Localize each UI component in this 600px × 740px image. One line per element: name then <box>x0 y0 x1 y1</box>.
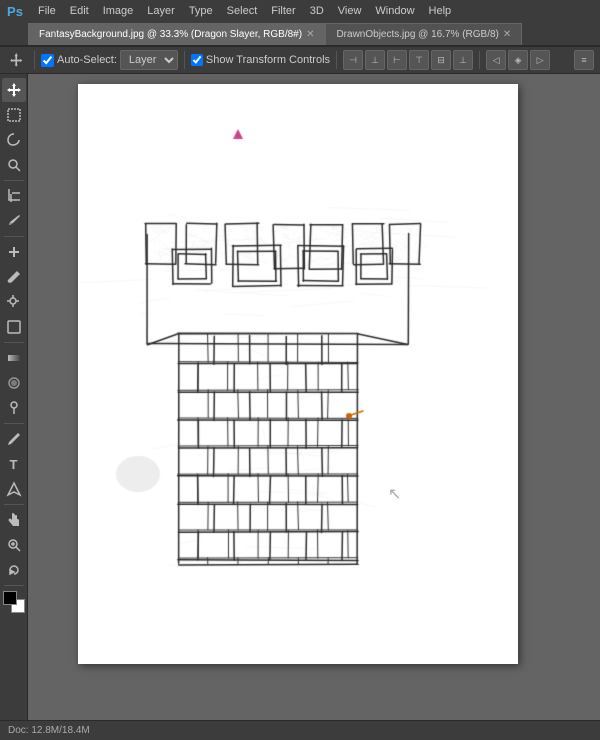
menu-select[interactable]: Select <box>221 3 264 19</box>
menu-type[interactable]: Type <box>183 3 219 19</box>
tool-sep-2 <box>4 236 24 237</box>
menu-edit[interactable]: Edit <box>64 3 95 19</box>
dist-right-btn[interactable]: ▷ <box>530 50 550 70</box>
menu-bar: Ps File Edit Image Layer Type Select Fil… <box>0 0 600 22</box>
lasso-tool-btn[interactable] <box>2 128 26 152</box>
move-tool-icon <box>6 49 28 71</box>
align-center-v-btn[interactable]: ⊟ <box>431 50 451 70</box>
menu-window[interactable]: Window <box>369 3 420 19</box>
zoom-btn[interactable] <box>2 533 26 557</box>
tool-sep-6 <box>4 585 24 586</box>
separator-4 <box>479 51 480 69</box>
menu-help[interactable]: Help <box>423 3 458 19</box>
menu-file[interactable]: File <box>32 3 62 19</box>
auto-select-checkbox[interactable] <box>41 54 54 67</box>
separator-2 <box>184 51 185 69</box>
align-top-btn[interactable]: ⊤ <box>409 50 429 70</box>
status-bar: Doc: 12.8M/18.4M <box>0 720 600 740</box>
align-right-btn[interactable]: ⊢ <box>387 50 407 70</box>
status-doc-size: Doc: 12.8M/18.4M <box>8 725 90 736</box>
drawing-canvas <box>78 84 518 664</box>
align-left-btn[interactable]: ⊣ <box>343 50 363 70</box>
quick-select-btn[interactable] <box>2 153 26 177</box>
dist-left-btn[interactable]: ◁ <box>486 50 506 70</box>
hand-btn[interactable] <box>2 508 26 532</box>
show-transform-label: Show Transform Controls <box>206 54 330 66</box>
tool-sep-4 <box>4 423 24 424</box>
type-btn[interactable]: T <box>2 452 26 476</box>
canvas-document <box>78 84 518 664</box>
gradient-btn[interactable] <box>2 346 26 370</box>
pen-btn[interactable] <box>2 427 26 451</box>
tab-fantasy-background[interactable]: FantasyBackground.jpg @ 33.3% (Dragon Sl… <box>28 23 325 45</box>
ps-logo: Ps <box>4 0 26 22</box>
layer-dropdown[interactable]: Layer <box>120 50 178 70</box>
tab-bar: FantasyBackground.jpg @ 33.3% (Dragon Sl… <box>0 22 600 46</box>
tab-close-icon[interactable]: ✕ <box>306 29 314 40</box>
tab-close-icon-2[interactable]: ✕ <box>503 29 511 40</box>
menu-layer[interactable]: Layer <box>141 3 181 19</box>
canvas-area: ↖ <box>28 74 600 720</box>
main-area: T <box>0 74 600 720</box>
show-transform-group: Show Transform Controls <box>191 54 330 66</box>
heal-btn[interactable] <box>2 240 26 264</box>
move-tool-btn[interactable] <box>2 78 26 102</box>
marquee-tool-btn[interactable] <box>2 103 26 127</box>
separator-1 <box>34 51 35 69</box>
menu-3d[interactable]: 3D <box>304 3 330 19</box>
history-btn[interactable] <box>2 315 26 339</box>
menu-filter[interactable]: Filter <box>265 3 301 19</box>
toolbox: T <box>0 74 28 720</box>
blur-btn[interactable] <box>2 371 26 395</box>
path-select-btn[interactable] <box>2 477 26 501</box>
options-toolbar: Auto-Select: Layer Show Transform Contro… <box>0 46 600 74</box>
tool-sep-5 <box>4 504 24 505</box>
distribute-buttons: ◁ ◈ ▷ <box>486 50 550 70</box>
auto-select-group: Auto-Select: Layer <box>41 50 178 70</box>
more-options-btn[interactable]: ≡ <box>574 50 594 70</box>
tool-sep-3 <box>4 342 24 343</box>
align-buttons: ⊣ ⊥ ⊢ ⊤ ⊟ ⊥ <box>343 50 473 70</box>
rotate-view-btn[interactable] <box>2 558 26 582</box>
eyedropper-btn[interactable] <box>2 209 26 233</box>
brush-btn[interactable] <box>2 265 26 289</box>
align-center-h-btn[interactable]: ⊥ <box>365 50 385 70</box>
tab-drawn-objects[interactable]: DrawnObjects.jpg @ 16.7% (RGB/8) ✕ <box>325 23 522 45</box>
clone-btn[interactable] <box>2 290 26 314</box>
foreground-color-swatch[interactable] <box>3 591 17 605</box>
crop-tool-btn[interactable] <box>2 184 26 208</box>
dodge-btn[interactable] <box>2 396 26 420</box>
dist-center-btn[interactable]: ◈ <box>508 50 528 70</box>
align-bottom-btn[interactable]: ⊥ <box>453 50 473 70</box>
separator-3 <box>336 51 337 69</box>
menu-view[interactable]: View <box>332 3 368 19</box>
tool-sep-1 <box>4 180 24 181</box>
tab-label: FantasyBackground.jpg @ 33.3% (Dragon Sl… <box>39 29 302 40</box>
auto-select-label: Auto-Select: <box>57 54 117 66</box>
menu-image[interactable]: Image <box>97 3 140 19</box>
tab-label-2: DrawnObjects.jpg @ 16.7% (RGB/8) <box>336 29 498 40</box>
show-transform-checkbox[interactable] <box>191 54 203 66</box>
color-picker[interactable] <box>3 591 25 613</box>
